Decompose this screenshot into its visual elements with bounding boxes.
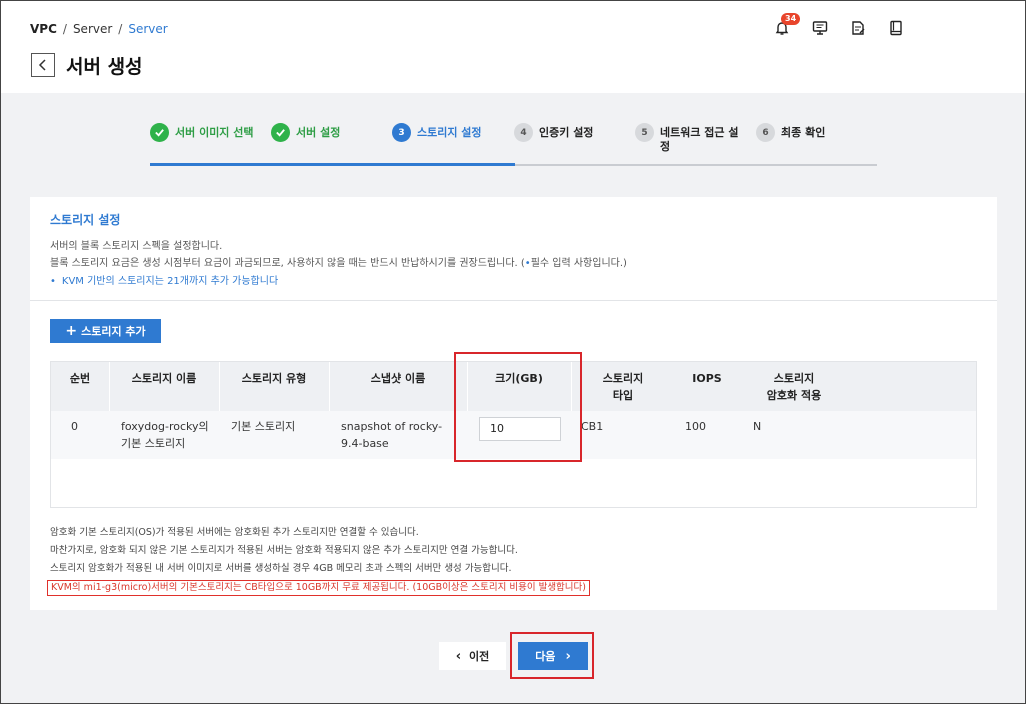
chat-button[interactable] <box>810 18 830 38</box>
bullet-icon: • <box>50 276 56 287</box>
cell-snapshot-line1: snapshot of rocky- <box>341 420 443 433</box>
cell-snapshot-name: snapshot of rocky- 9.4-base <box>341 411 442 452</box>
step-auth-key: 4 인증키 설정 <box>514 123 593 142</box>
col-storage-disk-type: 스토리지 타입 <box>571 362 675 411</box>
previous-button[interactable]: ‹ 이전 <box>439 642 506 670</box>
billing-notice: 블록 스토리지 요금은 생성 시점부터 요금이 과금되므로, 사용하지 않을 때… <box>50 254 627 269</box>
col-encryption: 스토리지 암호화 적용 <box>739 362 849 411</box>
kvm-storage-note-text: KVM 기반의 스토리지는 21개까지 추가 가능합니다 <box>61 276 279 287</box>
back-button[interactable] <box>31 53 55 77</box>
step-number: 4 <box>514 123 533 142</box>
step-server-settings[interactable]: 서버 설정 <box>271 123 340 142</box>
col-encryption-line2: 암호화 적용 <box>766 389 822 402</box>
step-final-confirm: 6 최종 확인 <box>756 123 825 142</box>
cell-iops: 100 <box>685 420 706 433</box>
previous-label: 이전 <box>469 650 490 663</box>
breadcrumb: VPC / Server / Server <box>30 22 168 36</box>
next-button[interactable]: 다음 › <box>518 642 588 670</box>
section-title: 스토리지 설정 <box>50 213 121 227</box>
page-header: VPC / Server / Server 서버 생성 34 <box>0 0 1026 93</box>
section-description: 서버의 블록 스토리지 스펙을 설정합니다. <box>50 241 223 252</box>
step-label: 서버 설정 <box>296 126 341 139</box>
page-title: 서버 생성 <box>66 56 143 78</box>
free-tier-warning: KVM의 mi1-g3(micro)서버의 기본스토리지는 CB타입으로 10G… <box>47 580 590 596</box>
cell-storage-name: foxydog-rocky의 기본 스토리지 <box>121 411 209 452</box>
add-storage-button[interactable]: + 스토리지 추가 <box>50 319 161 343</box>
step-network-access: 5 네트워크 접근 설 정 <box>635 123 739 154</box>
cell-storage-name-line2: 기본 스토리지 <box>121 437 186 450</box>
col-storage-name: 스토리지 이름 <box>131 372 197 385</box>
col-storage-disk-type-line2: 타입 <box>612 389 634 402</box>
chevron-left-icon: ‹ <box>455 648 462 664</box>
divider <box>30 300 997 301</box>
step-label: 서버 이미지 선택 <box>175 126 254 139</box>
guide-button[interactable] <box>886 18 906 38</box>
billing-notice-text: 블록 스토리지 요금은 생성 시점부터 요금이 과금되므로, 사용하지 않을 때… <box>50 258 525 269</box>
step-number: 6 <box>756 123 775 142</box>
kvm-storage-note: • KVM 기반의 스토리지는 21개까지 추가 가능합니다 <box>50 272 278 287</box>
storage-table: 순번 스토리지 이름 스토리지 유형 스냅샷 이름 크기(GB) 스토리지 타입… <box>50 361 977 508</box>
step-label-line1: 네트워크 접근 설 <box>660 126 739 139</box>
cell-storage-name-line1: foxydog-rocky의 <box>121 420 209 433</box>
note-line: 마찬가지로, 암호화 되지 않은 기본 스토리지가 적용된 서버는 암호화 적용… <box>50 545 518 556</box>
col-snapshot-name: 스냅샷 이름 <box>370 372 426 385</box>
chevron-left-icon <box>38 59 46 71</box>
add-storage-label: 스토리지 추가 <box>81 325 146 338</box>
step-server-image[interactable]: 서버 이미지 선택 <box>150 123 254 142</box>
top-toolbar: 34 <box>772 13 906 38</box>
note-line: 스토리지 암호화가 적용된 내 서버 이미지로 서버를 생성하실 경우 4GB … <box>50 563 512 574</box>
step-label: 인증키 설정 <box>539 126 594 139</box>
col-encryption-line1: 스토리지 <box>773 372 815 385</box>
chat-monitor-icon <box>812 21 828 35</box>
cell-snapshot-line2: 9.4-base <box>341 437 389 450</box>
storage-settings-card: 스토리지 설정 서버의 블록 스토리지 스펙을 설정합니다. 블록 스토리지 요… <box>30 197 997 610</box>
step-storage-settings[interactable]: 3 스토리지 설정 <box>392 123 482 142</box>
step-number: 3 <box>392 123 411 142</box>
breadcrumb-server[interactable]: Server <box>73 22 112 36</box>
notification-button[interactable]: 34 <box>772 13 801 38</box>
check-icon <box>150 123 169 142</box>
cell-disk-type: CB1 <box>581 420 604 433</box>
cell-index: 0 <box>71 420 78 433</box>
breadcrumb-current[interactable]: Server <box>128 22 167 36</box>
stepper-progress <box>150 163 515 166</box>
notification-badge: 34 <box>781 13 801 25</box>
table-row: 0 foxydog-rocky의 기본 스토리지 기본 스토리지 snapsho… <box>51 411 976 459</box>
book-icon <box>890 20 902 36</box>
step-label: 스토리지 설정 <box>417 126 482 139</box>
cell-storage-type: 기본 스토리지 <box>231 420 296 433</box>
table-header: 순번 스토리지 이름 스토리지 유형 스냅샷 이름 크기(GB) 스토리지 타입… <box>51 362 976 411</box>
cell-encryption: N <box>753 420 762 433</box>
step-label-line2: 정 <box>660 140 671 153</box>
col-index: 순번 <box>69 372 91 385</box>
col-size: 크기(GB) <box>495 372 543 385</box>
breadcrumb-separator: / <box>118 22 123 36</box>
step-label: 최종 확인 <box>781 126 826 139</box>
col-storage-type: 스토리지 유형 <box>241 372 307 385</box>
next-label: 다음 <box>535 650 556 663</box>
note-line: 암호화 기본 스토리지(OS)가 적용된 서버에는 암호화된 추가 스토리지만 … <box>50 527 419 538</box>
size-input[interactable]: 10 <box>479 417 561 441</box>
edit-note-icon <box>852 21 865 35</box>
required-notice-text: 필수 입력 사항입니다.) <box>530 258 627 269</box>
step-label: 네트워크 접근 설 정 <box>660 123 739 154</box>
encryption-notes: 암호화 기본 스토리지(OS)가 적용된 서버에는 암호화된 추가 스토리지만 … <box>47 524 590 597</box>
col-storage-disk-type-line1: 스토리지 <box>602 372 644 385</box>
breadcrumb-separator: / <box>62 22 67 36</box>
plus-icon: + <box>65 323 78 339</box>
wizard-stepper: 서버 이미지 선택 서버 설정 3 스토리지 설정 4 인증키 설정 5 네트워… <box>150 123 877 167</box>
edit-button[interactable] <box>848 18 868 38</box>
step-number: 5 <box>635 123 654 142</box>
col-iops: IOPS <box>692 372 722 385</box>
breadcrumb-vpc[interactable]: VPC <box>30 22 57 36</box>
chevron-right-icon: › <box>565 648 571 664</box>
check-icon <box>271 123 290 142</box>
